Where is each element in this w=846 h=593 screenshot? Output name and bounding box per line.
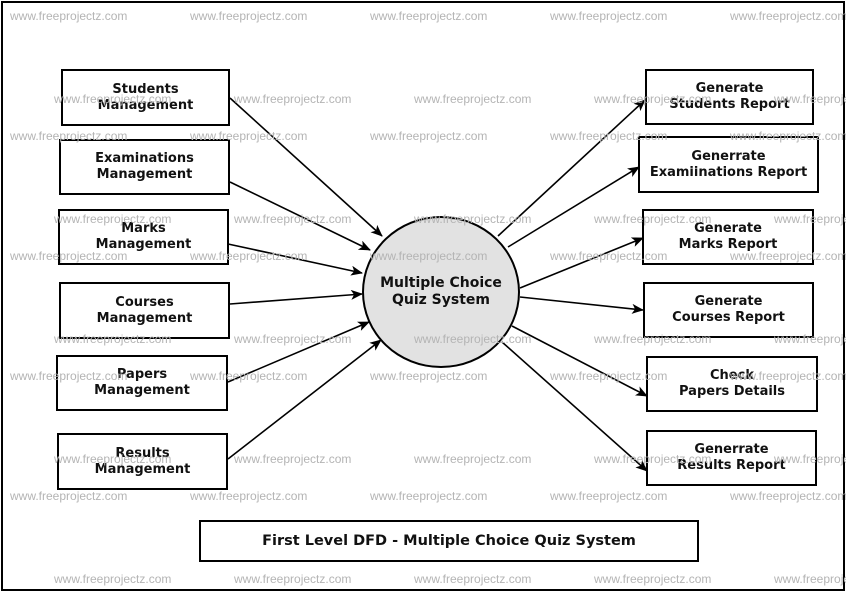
- output-generate-courses-report[interactable]: Generate Courses Report: [643, 282, 814, 338]
- entity-marks-management[interactable]: Marks Management: [58, 209, 229, 265]
- entity-label-line2: Management: [96, 310, 193, 326]
- entity-courses-management[interactable]: Courses Management: [59, 282, 230, 339]
- entity-label-line2: Management: [96, 167, 193, 182]
- output-label-line1: Generate: [695, 81, 764, 96]
- output-label-line2: Marks Report: [678, 237, 778, 252]
- flow-process-to-marks-report: [519, 237, 644, 289]
- flow-process-to-courses-report: [519, 296, 644, 314]
- entity-label-line1: Results: [115, 445, 170, 461]
- entity-label-line2: Management: [94, 461, 191, 477]
- diagram-title: First Level DFD - Multiple Choice Quiz S…: [199, 520, 699, 562]
- output-label-line1: Generrate: [694, 442, 769, 457]
- entity-papers-management[interactable]: Papers Management: [56, 355, 228, 411]
- process-label-line2: Quiz System: [391, 292, 490, 308]
- flow-papers-to-process: [227, 321, 370, 383]
- entity-results-management[interactable]: Results Management: [57, 433, 228, 490]
- entity-students-management[interactable]: Students Management: [61, 69, 230, 126]
- entity-label-line1: Examinations: [95, 151, 194, 166]
- entity-label-line1: Papers: [116, 367, 168, 382]
- output-generate-results-report[interactable]: Generrate Results Report: [646, 430, 817, 486]
- entity-label-line2: Management: [97, 97, 194, 113]
- entity-label-line1: Courses: [115, 294, 174, 310]
- flow-students-to-process: [229, 97, 383, 237]
- process-multiple-choice-quiz-system[interactable]: Multiple Choice Quiz System: [362, 216, 520, 368]
- flow-examinations-to-process: [229, 181, 371, 251]
- output-label-line2: Students Report: [669, 97, 790, 112]
- flow-marks-to-process: [227, 243, 363, 276]
- entity-label-line1: Marks: [121, 221, 166, 236]
- output-label-line2: Papers Details: [679, 384, 785, 399]
- output-label-line1: Generate: [694, 221, 762, 236]
- flow-courses-to-process: [229, 289, 363, 305]
- entity-label-line2: Management: [95, 237, 192, 252]
- entity-label-line1: Students: [112, 81, 179, 97]
- output-label-line1: Generate: [694, 294, 763, 309]
- entity-label-line2: Management: [94, 383, 190, 398]
- process-label-line1: Multiple Choice: [380, 275, 502, 291]
- output-label-line1: Check: [710, 368, 754, 383]
- flow-process-to-papers-details: [511, 325, 648, 397]
- flow-process-to-results-report: [501, 341, 648, 472]
- flow-results-to-process: [227, 339, 382, 460]
- output-check-papers-details[interactable]: Check Papers Details: [646, 356, 818, 412]
- output-generate-students-report[interactable]: Generate Students Report: [645, 69, 814, 125]
- flow-process-to-examinations-report: [507, 166, 640, 248]
- output-generate-examinations-report[interactable]: Generrate Examiinations Report: [638, 136, 819, 193]
- output-label-line2: Results Report: [677, 458, 786, 473]
- output-label-line1: Generrate: [691, 148, 766, 164]
- entity-examinations-management[interactable]: Examinations Management: [59, 139, 230, 195]
- output-label-line2: Examiinations Report: [649, 164, 808, 180]
- output-label-line2: Courses Report: [672, 310, 785, 325]
- flow-process-to-students-report: [497, 99, 646, 237]
- output-generate-marks-report[interactable]: Generate Marks Report: [642, 209, 814, 265]
